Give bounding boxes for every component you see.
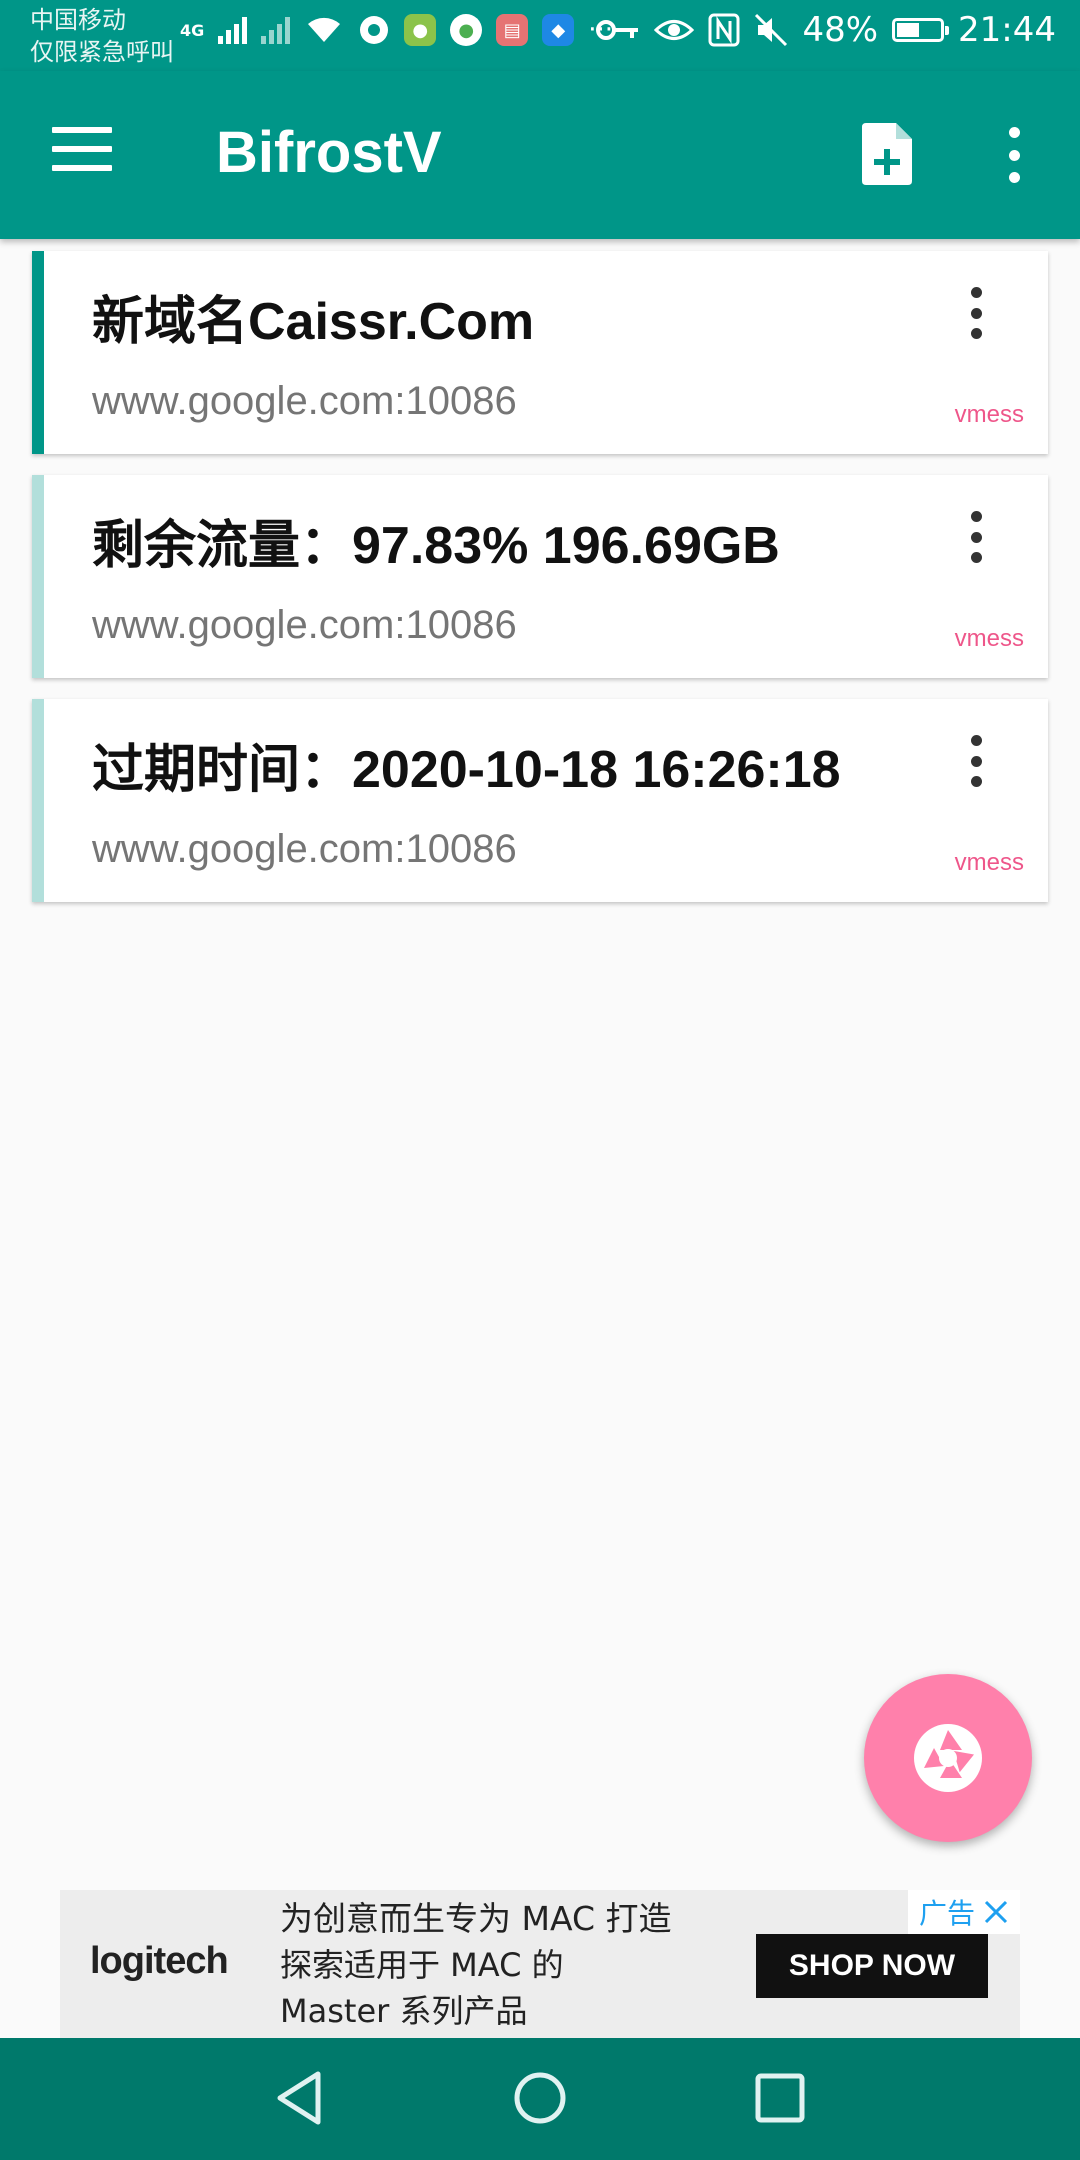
- server-card[interactable]: 新域名Caissr.Com www.google.com:10086 vmess: [32, 251, 1048, 454]
- shop-now-button[interactable]: SHOP NOW: [756, 1934, 988, 1998]
- key-icon: [596, 20, 639, 40]
- server-type-label: vmess: [954, 401, 1024, 428]
- ad-banner[interactable]: logitech 为创意而生专为 MAC 打造 探索适用于 MAC 的 Mast…: [60, 1890, 1020, 2038]
- app-icon-aperture: [360, 16, 389, 44]
- connect-fab-button[interactable]: [864, 1674, 1032, 1842]
- hamburger-menu-icon[interactable]: [52, 127, 112, 171]
- wifi-icon: [308, 17, 341, 42]
- ad-subline-1: 探索适用于 MAC 的: [280, 1946, 564, 1984]
- recents-square-icon[interactable]: [750, 2068, 810, 2128]
- server-type-label: vmess: [954, 849, 1024, 876]
- server-address: www.google.com:10086: [92, 603, 517, 647]
- server-more-icon[interactable]: [964, 287, 988, 339]
- status-bar: 中国移动 仅限紧急呼叫 4G ● ● ▤ ◆ ··· 48% 21:44: [0, 0, 1080, 71]
- ad-badge[interactable]: 广告: [908, 1890, 1020, 1934]
- signal-icon: [218, 16, 248, 44]
- battery-icon: [892, 18, 950, 42]
- app-icon-green: ●: [404, 14, 437, 46]
- server-card[interactable]: 过期时间：2020-10-18 16:26:18 www.google.com:…: [32, 699, 1048, 902]
- clock: 21:44: [958, 10, 1056, 50]
- app-title: BifrostV: [216, 120, 442, 185]
- close-icon[interactable]: [983, 1899, 1009, 1925]
- aperture-connect-icon: [914, 1724, 982, 1792]
- ad-headline: 为创意而生专为 MAC 打造: [280, 1899, 672, 1938]
- server-address: www.google.com:10086: [92, 379, 517, 423]
- add-file-icon[interactable]: [862, 123, 912, 185]
- server-address: www.google.com:10086: [92, 827, 517, 871]
- status-icons-right: 48% 21:44: [596, 10, 1056, 50]
- server-title: 过期时间：2020-10-18 16:26:18: [92, 741, 841, 799]
- carrier-name: 中国移动: [30, 6, 126, 34]
- eye-icon: [654, 20, 695, 40]
- network-type: 4G: [180, 20, 205, 40]
- app-icon-chat: ●: [450, 14, 483, 46]
- server-card[interactable]: 剩余流量：97.83% 196.69GB www.google.com:1008…: [32, 475, 1048, 678]
- home-circle-icon[interactable]: [510, 2068, 570, 2128]
- nfc-icon: [708, 13, 740, 47]
- carrier-status: 仅限紧急呼叫: [30, 38, 174, 66]
- ad-subline-2: Master 系列产品: [280, 1992, 528, 2030]
- app-icon-book: ▤: [496, 14, 529, 46]
- ad-label: 广告: [918, 1897, 975, 1930]
- ad-brand-logo: logitech: [90, 1940, 229, 1982]
- battery-percent: 48%: [802, 10, 879, 50]
- mute-icon: [755, 13, 788, 47]
- more-vertical-icon[interactable]: [1002, 127, 1026, 183]
- app-icon-shield: ◆: [542, 14, 575, 46]
- server-type-label: vmess: [954, 625, 1024, 652]
- server-title: 新域名Caissr.Com: [92, 293, 535, 351]
- server-title: 剩余流量：97.83% 196.69GB: [92, 517, 780, 575]
- status-icons-left: 4G ● ● ▤ ◆ ···: [180, 14, 613, 46]
- carrier-info: 中国移动 仅限紧急呼叫: [30, 4, 174, 68]
- system-nav-bar: [0, 2038, 1080, 2160]
- back-triangle-icon[interactable]: [270, 2068, 330, 2128]
- ad-copy: 为创意而生专为 MAC 打造 探索适用于 MAC 的 Master 系列产品: [280, 1896, 672, 2034]
- app-bar: BifrostV: [0, 71, 1080, 239]
- no-signal-icon: [261, 16, 291, 44]
- server-more-icon[interactable]: [964, 511, 988, 563]
- server-more-icon[interactable]: [964, 735, 988, 787]
